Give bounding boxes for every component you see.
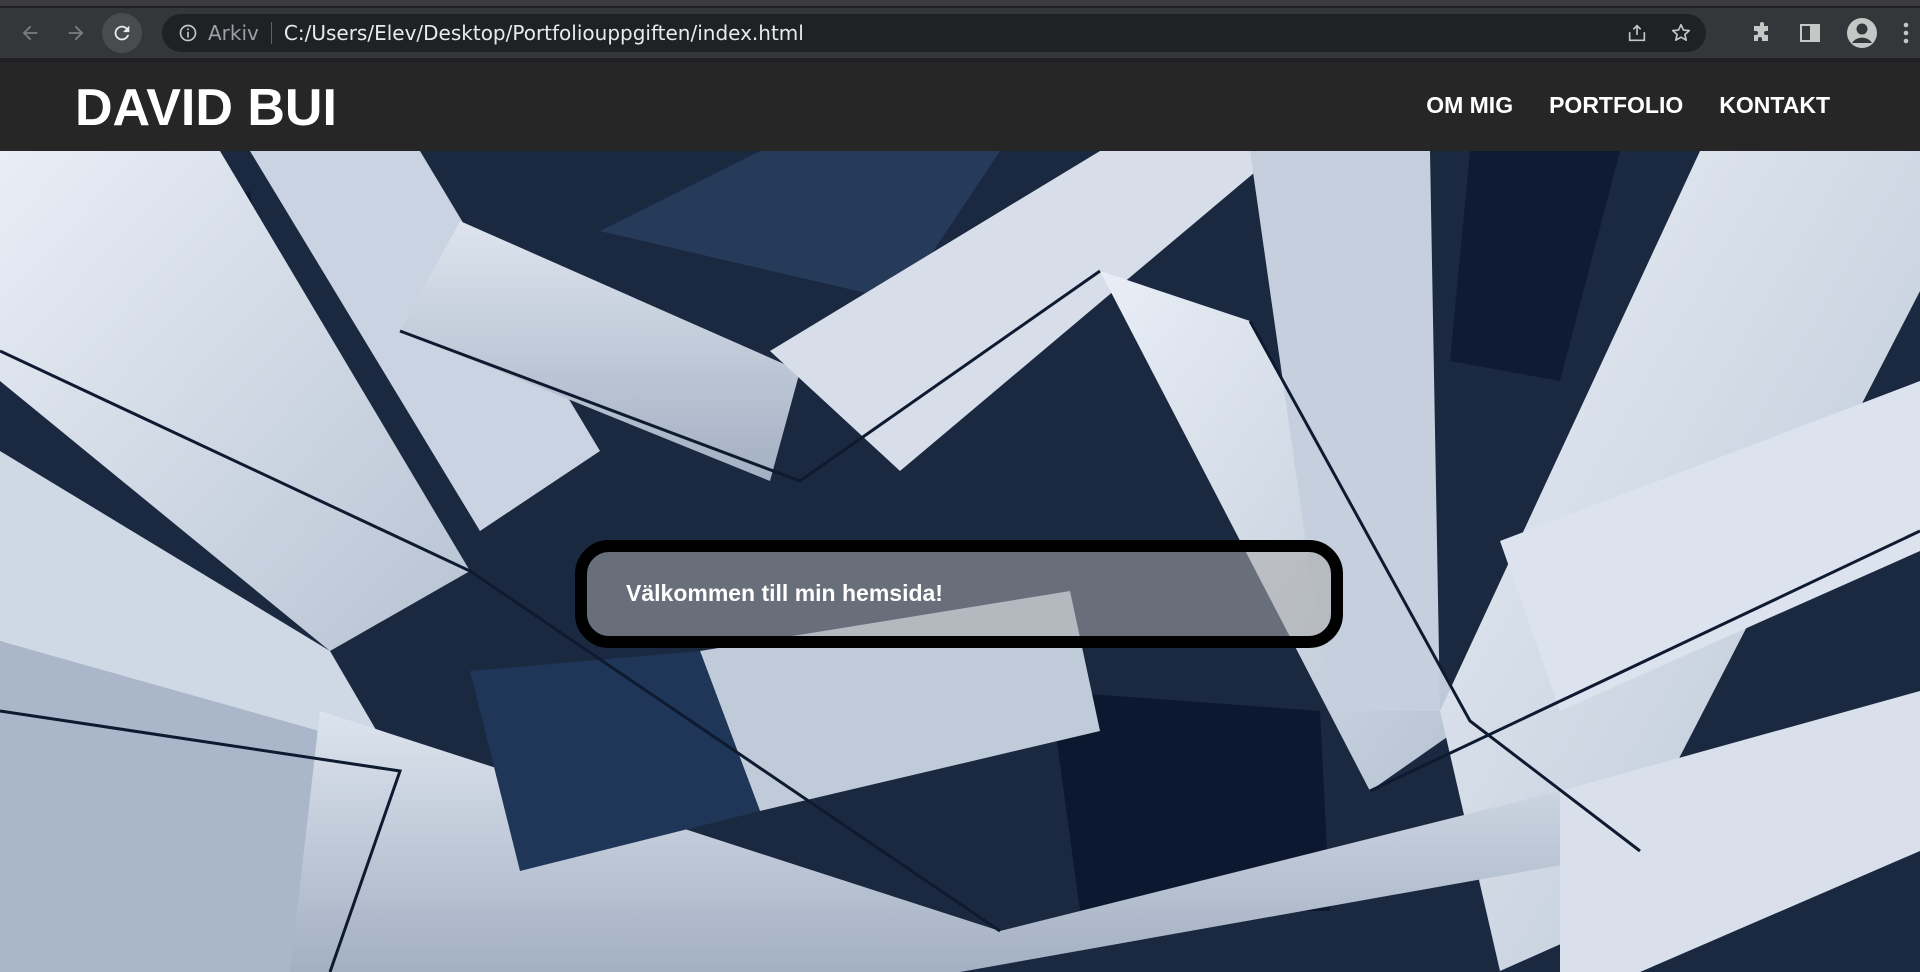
share-icon[interactable] [1626,22,1648,44]
reload-icon [114,25,130,41]
menu-icon[interactable] [1902,21,1910,45]
profile-icon[interactable] [1846,17,1878,49]
site-logo[interactable]: DAVID BUI [75,78,337,138]
back-button[interactable] [10,13,50,53]
back-arrow-icon [22,25,38,41]
extensions-icon[interactable] [1750,21,1774,45]
nav-link-om-mig[interactable]: OM MIG [1426,92,1513,119]
hero-section: Välkommen till min hemsida! [0,151,1920,972]
tab-strip [0,0,1920,8]
star-icon[interactable] [1670,22,1692,44]
omnibox-divider [270,22,272,44]
scheme-label: Arkiv [208,21,259,45]
site-nav: OM MIG PORTFOLIO KONTAKT [1426,92,1830,119]
welcome-heading: Välkommen till min hemsida! [626,580,943,606]
web-page: DAVID BUI OM MIG PORTFOLIO KONTAKT Välko… [0,62,1920,972]
forward-arrow-icon [68,25,84,41]
site-info-button[interactable] [178,23,198,43]
reload-button[interactable] [102,13,142,53]
address-bar[interactable]: Arkiv C:/Users/Elev/Desktop/Portfolioupp… [162,14,1706,52]
url-text[interactable]: C:/Users/Elev/Desktop/Portfoliouppgiften… [284,21,804,45]
forward-button[interactable] [56,13,96,53]
browser-toolbar: Arkiv C:/Users/Elev/Desktop/Portfolioupp… [0,8,1920,58]
welcome-box: Välkommen till min hemsida! [575,540,1343,648]
nav-link-portfolio[interactable]: PORTFOLIO [1549,92,1683,119]
nav-link-kontakt[interactable]: KONTAKT [1719,92,1830,119]
site-header: DAVID BUI OM MIG PORTFOLIO KONTAKT [0,62,1920,151]
side-panel-icon[interactable] [1798,21,1822,45]
info-icon [179,24,197,42]
